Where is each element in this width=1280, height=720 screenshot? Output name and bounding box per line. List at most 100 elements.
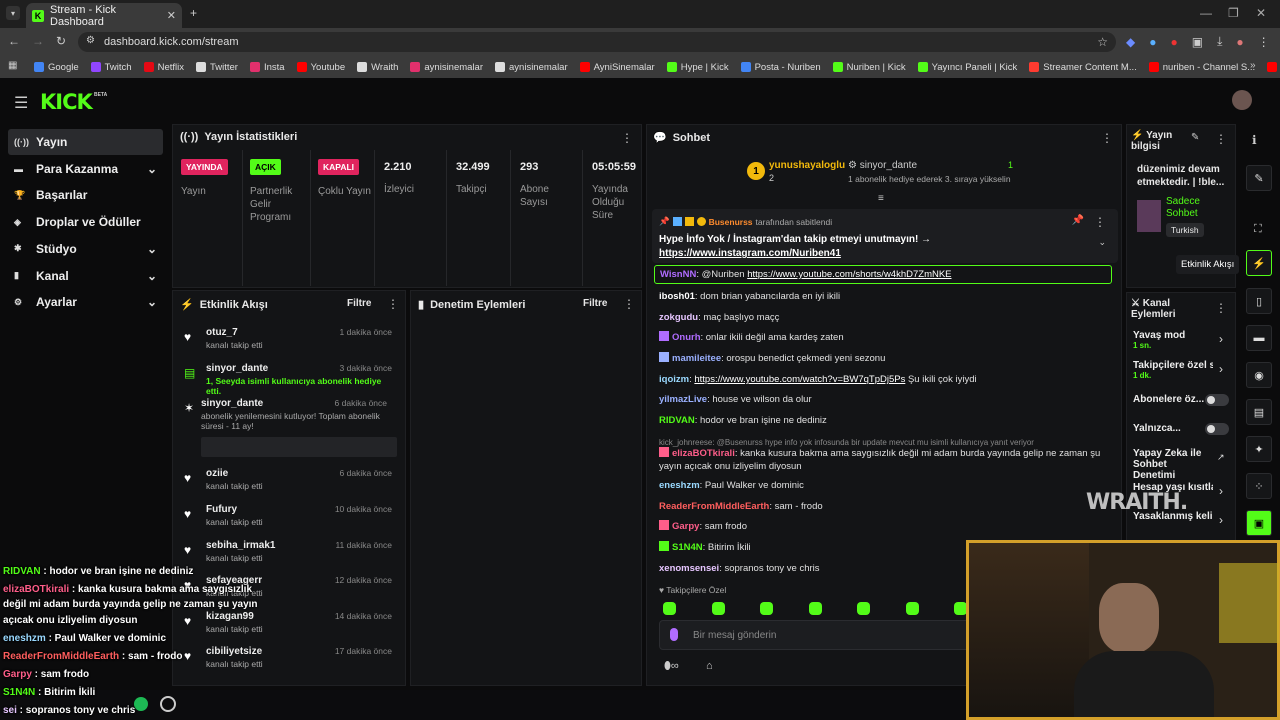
chat-username[interactable]: Onurh xyxy=(672,332,701,343)
activity-item[interactable]: ✶ sinyor_dante 6 dakika önce abonelik yenil… xyxy=(176,398,400,457)
bookmark-star-icon[interactable]: ☆ xyxy=(1097,35,1108,49)
bookmark-item[interactable]: Youtube xyxy=(296,62,345,73)
chat-message[interactable]: iqoizm: https://www.youtube.com/watch?v=… xyxy=(659,373,1119,386)
chat-username[interactable]: ReaderFromMiddleEarth xyxy=(659,501,769,512)
activity-item[interactable]: ♥ kizagan99 14 dakika önce kanalı takip ett… xyxy=(176,611,400,634)
chat-message[interactable]: ReaderFromMiddleEarth: sam - frodo xyxy=(659,500,1119,513)
activity-item[interactable]: ♥ cibiliyetsize 17 dakika önce kanalı takip… xyxy=(176,646,400,669)
chat-message[interactable]: ibosh01: dom brian yabancılarda en iyi i… xyxy=(659,290,1119,303)
shield-extension-icon[interactable]: ◆ xyxy=(1126,34,1135,49)
channel-action-item[interactable]: Yapay Zeka ile Sohbet Denetimi ↗ xyxy=(1133,448,1229,481)
kick-points-icon[interactable]: ⬮∞ xyxy=(664,660,679,673)
expand-icon[interactable]: ⛶ xyxy=(1254,223,1262,236)
chat-message[interactable]: mamileitee: orospu benedict çekmedi yeni… xyxy=(659,352,1119,365)
bookmark-item[interactable]: Streamer Content M... xyxy=(1029,62,1137,73)
chat-link[interactable]: https://www.youtube.com/watch?v=BW7qTpDj… xyxy=(694,374,905,385)
info-icon[interactable]: ℹ xyxy=(1252,133,1257,147)
maximize-icon[interactable]: ❐ xyxy=(1228,6,1239,20)
close-tab-icon[interactable]: ✕ xyxy=(167,9,176,22)
toggle-switch[interactable] xyxy=(1205,394,1229,406)
emote-icon[interactable] xyxy=(857,602,870,615)
avatar[interactable] xyxy=(1232,90,1252,110)
sidebar-item-2[interactable]: 🏆 Başarılar xyxy=(8,182,163,208)
sidebar-item-0[interactable]: ((·)) Yayın xyxy=(8,129,163,155)
profile-icon[interactable]: ● xyxy=(1236,34,1243,49)
chat-username[interactable]: S1N4N xyxy=(672,542,703,553)
activity-item[interactable]: ♥ Fufury 10 dakika önce kanalı takip etti xyxy=(176,504,400,527)
bookmark-item[interactable]: Insta xyxy=(249,62,285,73)
sidebar-item-5[interactable]: ▮ Kanal ⌄ xyxy=(8,263,163,289)
window-close-icon[interactable]: ✕ xyxy=(1256,6,1266,20)
apps-icon[interactable]: ▦ xyxy=(8,60,17,71)
activity-item[interactable]: ♥ sebiha_irmak1 11 dakika önce kanalı takip… xyxy=(176,540,400,563)
activity-item[interactable]: ♥ oziie 6 dakika önce kanalı takip etti xyxy=(176,468,400,491)
unpin-icon[interactable]: 📌 xyxy=(1072,215,1084,226)
bookmark-item[interactable]: Netflix xyxy=(143,62,184,73)
cloud-extension-icon[interactable]: ● xyxy=(1149,34,1156,49)
puzzle-icon[interactable]: ▣ xyxy=(1192,34,1203,49)
kick-logo[interactable]: KICK xyxy=(40,90,93,114)
channel-action-item[interactable]: Yavaş mod 1 sn. › xyxy=(1133,330,1229,350)
emote-icon[interactable] xyxy=(711,602,725,615)
category-thumbnail[interactable] xyxy=(1137,200,1161,232)
chat-username[interactable]: RIDVAN xyxy=(659,415,695,426)
bookmark-item[interactable]: Wraith xyxy=(357,62,398,73)
chat-username[interactable]: iqoizm xyxy=(659,374,689,385)
chat-bubble-icon[interactable]: ▬ xyxy=(1246,325,1272,351)
chat-username[interactable]: eneshzm xyxy=(659,480,700,491)
chat-message[interactable]: WisnNN: @Nuriben https://www.youtube.com… xyxy=(654,265,1112,284)
chat-message[interactable]: Garpy: sam frodo xyxy=(659,520,1119,533)
chat-message[interactable]: RIDVAN: hodor ve bran işine ne dediniz xyxy=(659,414,1119,427)
kick-square-icon[interactable]: ▣ xyxy=(1246,510,1272,536)
tab-list-icon[interactable]: ▾ xyxy=(6,6,20,20)
pencil-icon[interactable]: ✎ xyxy=(1246,165,1272,191)
chat-message[interactable]: Onurh: onlar ikili değil ama kardeş zate… xyxy=(659,331,1119,344)
chat-username[interactable]: yilmazLive xyxy=(659,394,707,405)
chat-message[interactable]: elizaBOTkirali: kanka kusura bakma ama s… xyxy=(659,447,1119,473)
bookmark-item[interactable]: Yayıncı Paneli | Kick xyxy=(917,62,1017,73)
channel-action-item[interactable]: Takipçilere özel s1 dk. › xyxy=(1133,360,1229,380)
channel-actions-menu-icon[interactable]: ⋮ xyxy=(1215,301,1227,315)
sidebar-item-3[interactable]: ◈ Droplar ve Ödüller xyxy=(8,209,163,235)
wrench-icon[interactable]: ✦ xyxy=(1246,436,1272,462)
sidebar-item-1[interactable]: ▬ Para Kazanma ⌄ xyxy=(8,156,163,182)
layout-icon[interactable]: ▤ xyxy=(1246,399,1272,425)
browser-tab[interactable]: K Stream - Kick Dashboard ✕ xyxy=(26,3,182,28)
chat-username[interactable]: elizaBOTkirali xyxy=(672,448,735,459)
chat-message[interactable]: yilmazLive: house ve wilson da olur xyxy=(659,393,1119,406)
broadcast-icon[interactable]: ◉ xyxy=(1246,362,1272,388)
lightning-icon[interactable]: ⚡ xyxy=(1246,250,1272,276)
app-icon[interactable] xyxy=(160,696,176,712)
moderation-filter-button[interactable]: Filtre xyxy=(583,298,607,309)
bookmark-item[interactable]: Twitch xyxy=(90,62,132,73)
red-extension-icon[interactable]: ● xyxy=(1170,34,1177,49)
address-bar[interactable]: ⚙ dashboard.kick.com/stream ☆ xyxy=(78,32,1116,52)
kebab-menu-icon[interactable]: ⋮ xyxy=(1258,34,1270,49)
edit-icon[interactable]: ✎ xyxy=(1191,132,1199,143)
chat-username[interactable]: xenomsensei xyxy=(659,563,719,574)
chat-username[interactable]: ibosh01 xyxy=(659,291,695,302)
spotify-icon[interactable] xyxy=(134,697,148,711)
bookmark-item[interactable]: aynisinemalar xyxy=(495,62,568,73)
channel-action-item[interactable]: Yalnızca... xyxy=(1133,423,1229,435)
microphone-icon[interactable] xyxy=(670,628,678,641)
bookmark-item[interactable]: nuriben - Channel S... xyxy=(1148,62,1255,73)
pinned-menu-icon[interactable]: ⋮ xyxy=(1094,215,1106,229)
bookmark-item[interactable]: Posta - Nuriben xyxy=(740,62,821,73)
sidebar-item-6[interactable]: ⚙ Ayarlar ⌄ xyxy=(8,289,163,315)
activity-item[interactable]: ▤ sinyor_dante 3 dakika önce 1, Seeyda isim… xyxy=(176,363,400,396)
chat-username[interactable]: WisnNN xyxy=(660,269,696,280)
leader-name[interactable]: yunushayaloglu xyxy=(769,160,845,171)
stream-info-menu-icon[interactable]: ⋮ xyxy=(1215,132,1227,146)
pinned-by[interactable]: Busenurss xyxy=(709,217,753,227)
reload-icon[interactable]: ↻ xyxy=(56,34,66,48)
back-icon[interactable]: ← xyxy=(8,34,20,48)
store-icon[interactable]: ⌂ xyxy=(706,660,713,672)
chat-username[interactable]: zokgudu xyxy=(659,312,698,323)
minimize-icon[interactable]: — xyxy=(1200,6,1212,20)
channel-action-item[interactable]: Abonelere öz... xyxy=(1133,394,1229,406)
chat-username[interactable]: mamileitee xyxy=(672,353,721,364)
activity-menu-icon[interactable]: ⋮ xyxy=(387,297,399,311)
bookmark-item[interactable]: Aynı Sinemalar - Ça... xyxy=(1267,62,1280,73)
emote-icon[interactable] xyxy=(905,602,919,615)
